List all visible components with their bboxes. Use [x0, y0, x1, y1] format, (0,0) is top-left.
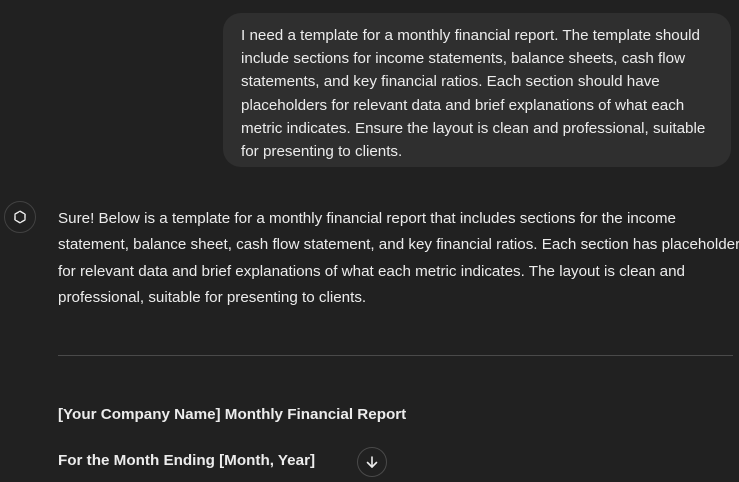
- assistant-message-line: professional, suitable for presenting to…: [58, 289, 367, 307]
- user-message-line: placeholders for relevant data and brief…: [241, 96, 685, 114]
- user-message-line: include sections for income statements, …: [241, 50, 686, 68]
- user-message-line: for presenting to clients.: [241, 143, 403, 161]
- horizontal-divider: [58, 355, 733, 356]
- user-message-bubble: I need a template for a monthly financia…: [223, 13, 731, 167]
- assistant-message-line: statement, balance sheet, cash flow stat…: [58, 236, 739, 254]
- chat-view: I need a template for a monthly financia…: [0, 0, 739, 482]
- scroll-to-bottom-button[interactable]: [357, 447, 387, 477]
- user-message-line: metric indicates. Ensure the layout is c…: [241, 119, 706, 137]
- report-subtitle: For the Month Ending [Month, Year]: [58, 452, 316, 469]
- assistant-message-line: Sure! Below is a template for a monthly …: [58, 210, 676, 227]
- report-title: [Your Company Name] Monthly Financial Re…: [58, 406, 407, 423]
- assistant-message-line: for relevant data and brief explanations…: [58, 262, 685, 280]
- user-message-line: I need a template for a monthly financia…: [241, 27, 700, 44]
- assistant-message: Sure! Below is a template for a monthly …: [58, 206, 739, 312]
- assistant-avatar: [4, 201, 36, 233]
- openai-logo-icon: [14, 210, 26, 224]
- user-message-line: statements, and key financial ratios. Ea…: [241, 73, 660, 91]
- arrow-down-icon: [366, 456, 378, 468]
